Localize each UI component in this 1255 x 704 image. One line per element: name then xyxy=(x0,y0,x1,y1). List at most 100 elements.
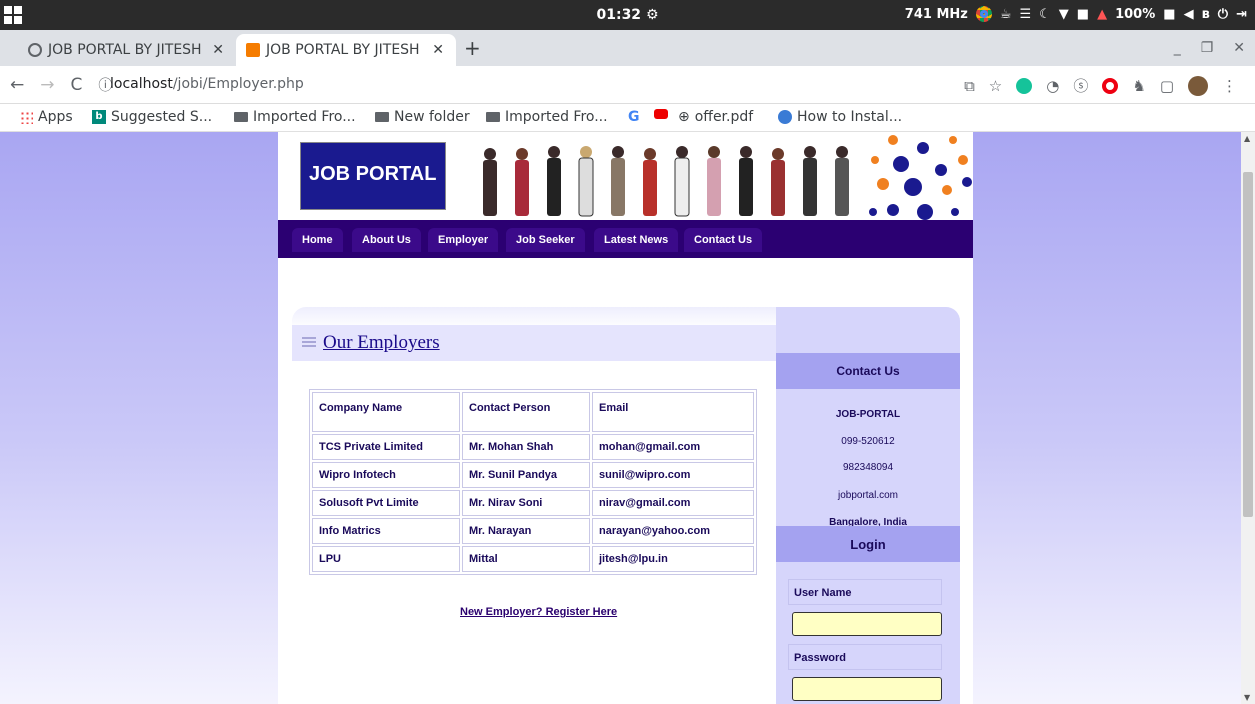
tab-job-portal-1[interactable]: JOB PORTAL BY JITESH ✕ xyxy=(18,34,236,66)
nav-latest-news[interactable]: Latest News xyxy=(594,228,679,252)
bluetooth-icon: ʙ xyxy=(1201,6,1210,22)
folder-icon xyxy=(486,112,500,122)
tab-job-portal-2[interactable]: JOB PORTAL BY JITESH ✕ xyxy=(236,34,456,66)
night-light-icon: ☾ xyxy=(1039,6,1051,22)
opera-icon[interactable] xyxy=(1102,77,1119,94)
table-row: LPU Mittal jitesh@lpu.in xyxy=(312,546,754,572)
translate-icon[interactable]: ⧉ xyxy=(964,77,975,95)
page-scrollbar[interactable]: ▲ ▼ xyxy=(1241,132,1255,704)
page-title[interactable]: Our Employers xyxy=(323,332,440,354)
url-host: localhost xyxy=(110,76,173,92)
bookmark-new-folder[interactable]: New folder xyxy=(375,109,470,125)
notification-icon: ▲ xyxy=(1097,6,1108,22)
caffeine-icon: ☕ xyxy=(999,6,1012,22)
nav-employer[interactable]: Employer xyxy=(428,228,499,252)
site-logo[interactable]: JOB PORTAL xyxy=(300,142,446,210)
contact-company: JOB-PORTAL xyxy=(835,409,901,420)
more-menu-icon[interactable]: ⋮ xyxy=(1222,77,1237,95)
bookmark-apps[interactable]: Apps xyxy=(20,109,73,125)
bookmark-suggested[interactable]: b Suggested S... xyxy=(92,109,212,125)
speed-icon[interactable]: ◔ xyxy=(1046,77,1059,95)
bookmark-imported-2[interactable]: Imported Fro... xyxy=(486,109,608,125)
register-employer-link[interactable]: New Employer? Register Here xyxy=(460,606,617,618)
address-bar-row: ← → C ⓘ localhost/jobi/Employer.php ⧉ ☆ … xyxy=(0,66,1255,104)
contact-person-cell: Mr. Narayan xyxy=(462,518,590,544)
password-input[interactable] xyxy=(792,677,942,701)
company-name-cell: Wipro Infotech xyxy=(312,462,460,488)
decorative-dots xyxy=(869,135,972,220)
scroll-down-icon[interactable]: ▼ xyxy=(1244,693,1250,702)
scroll-up-icon[interactable]: ▲ xyxy=(1244,134,1250,143)
email-cell: narayan@yahoo.com xyxy=(592,518,754,544)
url-path: /jobi/Employer.php xyxy=(172,76,304,92)
blank-extension-icon[interactable]: ▢ xyxy=(1160,77,1174,95)
bookmark-label: Apps xyxy=(38,109,73,125)
web-icon xyxy=(778,110,792,124)
chrome-icon xyxy=(975,6,992,22)
table-row: Wipro Infotech Mr. Sunil Pandya sunil@wi… xyxy=(312,462,754,488)
os-status-area[interactable]: 741 MHz ☕ ☰ ☾ ▼ ■ ▲ 100% ■ ◀ ʙ ⏻ ⇥ xyxy=(905,6,1247,22)
tab-label: JOB PORTAL BY JITESH xyxy=(48,42,202,58)
table-row: Info Matrics Mr. Narayan narayan@yahoo.c… xyxy=(312,518,754,544)
bookmarks-bar: Apps b Suggested S... Imported Fro... New… xyxy=(0,104,1255,132)
bookmark-label: How to Instal... xyxy=(797,109,903,125)
s-extension-icon[interactable]: ⓢ xyxy=(1073,75,1088,96)
globe-icon xyxy=(28,43,42,57)
login-heading: Login xyxy=(776,526,960,562)
username-label: User Name xyxy=(788,579,942,605)
close-window-icon[interactable]: ✕ xyxy=(1233,40,1245,56)
email-cell: mohan@gmail.com xyxy=(592,434,754,460)
bookmark-google[interactable]: G xyxy=(628,109,640,125)
nav-about-us[interactable]: About Us xyxy=(352,228,421,252)
tab-label: JOB PORTAL BY JITESH xyxy=(266,42,420,58)
bookmark-offer-pdf[interactable]: ⊕ offer.pdf xyxy=(678,109,753,125)
site-header: JOB PORTAL xyxy=(278,132,973,220)
folder-icon xyxy=(375,112,389,122)
minimize-icon[interactable]: _ xyxy=(1174,40,1181,56)
employers-heading-bar: Our Employers xyxy=(292,325,776,361)
apps-icon xyxy=(20,110,33,124)
extension-icon[interactable]: ♞ xyxy=(1132,77,1145,95)
folder-icon xyxy=(234,112,248,122)
page-container: JOB PORTAL Home About Us Employer Job Se… xyxy=(278,132,973,704)
tab-strip: JOB PORTAL BY JITESH ✕ JOB PORTAL BY JIT… xyxy=(0,30,1255,66)
logout-icon: ⇥ xyxy=(1236,6,1247,22)
close-tab-icon[interactable]: ✕ xyxy=(432,42,444,58)
grammarly-icon[interactable] xyxy=(1016,77,1033,94)
close-tab-icon[interactable]: ✕ xyxy=(212,42,224,58)
bing-icon: b xyxy=(92,110,106,124)
bookmark-label: Imported Fro... xyxy=(505,109,608,125)
bookmark-label: offer.pdf xyxy=(694,109,754,125)
profile-avatar[interactable] xyxy=(1188,75,1208,96)
contact-person-cell: Mr. Mohan Shah xyxy=(462,434,590,460)
new-tab-button[interactable]: + xyxy=(464,36,481,60)
extensions-area: ⧉ ☆ ◔ ⓢ ♞ ▢ ⋮ xyxy=(964,75,1237,96)
url-field[interactable]: localhost/jobi/Employer.php xyxy=(110,76,304,92)
restore-icon[interactable]: ❐ xyxy=(1201,40,1214,56)
nav-job-seeker[interactable]: Job Seeker xyxy=(506,228,585,252)
forward-icon[interactable]: → xyxy=(40,75,54,95)
reload-icon[interactable]: C xyxy=(71,75,83,95)
contact-person-cell: Mr. Sunil Pandya xyxy=(462,462,590,488)
column-header: Company Name xyxy=(312,392,460,432)
contact-us-heading: Contact Us xyxy=(776,353,960,389)
table-row: TCS Private Limited Mr. Mohan Shah mohan… xyxy=(312,434,754,460)
os-top-bar: 01:32 ⚙ 741 MHz ☕ ☰ ☾ ▼ ■ ▲ 100% ■ ◀ ʙ ⏻… xyxy=(0,0,1255,30)
battery-icon: ■ xyxy=(1163,6,1176,22)
contact-phone-1: 099-520612 xyxy=(841,436,895,447)
nav-contact-us[interactable]: Contact Us xyxy=(684,228,763,252)
bookmark-label: Suggested S... xyxy=(111,109,213,125)
employers-table: Company Name Contact Person Email TCS Pr… xyxy=(309,389,757,575)
username-input[interactable] xyxy=(792,612,942,636)
bookmark-star-icon[interactable]: ☆ xyxy=(989,77,1002,95)
globe-icon: ⊕ xyxy=(678,109,690,125)
company-name-cell: Solusoft Pvt Limite xyxy=(312,490,460,516)
scrollbar-thumb[interactable] xyxy=(1243,172,1253,517)
bookmark-how-to-install[interactable]: How to Instal... xyxy=(778,109,902,125)
bookmark-label: Imported Fro... xyxy=(253,109,356,125)
bookmark-youtube[interactable] xyxy=(654,109,668,119)
bookmark-imported-1[interactable]: Imported Fro... xyxy=(234,109,356,125)
contact-person-cell: Mr. Nirav Soni xyxy=(462,490,590,516)
back-icon[interactable]: ← xyxy=(10,75,24,95)
nav-home[interactable]: Home xyxy=(292,228,343,252)
